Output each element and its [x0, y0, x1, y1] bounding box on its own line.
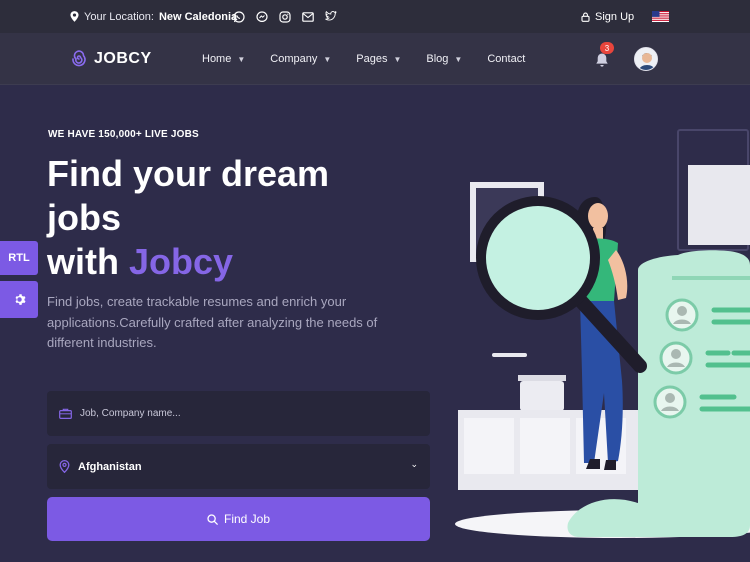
chevron-down-icon: ⌄	[410, 459, 418, 469]
job-search-field	[47, 391, 430, 436]
sign-up-label: Sign Up	[595, 10, 635, 23]
social-links	[232, 0, 338, 33]
lock-icon	[581, 12, 590, 22]
chevron-down-icon: ▼	[393, 54, 402, 64]
mail-icon[interactable]	[301, 10, 315, 24]
hero-title-line2: jobs	[47, 197, 122, 238]
nav-item-label: Contact	[487, 53, 526, 65]
location-select-value: Afghanistan	[78, 460, 142, 473]
brand-logo[interactable]: JOBCY	[70, 33, 152, 85]
hero-title-line3: with	[47, 241, 129, 282]
chevron-down-icon: ▼	[323, 54, 332, 64]
gear-icon	[15, 294, 26, 305]
nav-menu: Home ▼ Company ▼ Pages ▼ Blog ▼ Contact	[202, 33, 525, 85]
find-job-button[interactable]: Find Job	[47, 497, 430, 541]
nav-item-label: Pages	[356, 53, 388, 65]
instagram-icon[interactable]	[278, 10, 292, 24]
nav-item-label: Blog	[426, 53, 449, 65]
hero-title-line1: Find your dream	[47, 153, 330, 194]
nav-item-label: Company	[270, 53, 318, 65]
rtl-toggle-button[interactable]: RTL	[0, 241, 38, 275]
nav-item-home[interactable]: Home ▼	[202, 53, 245, 65]
map-pin-icon	[59, 460, 70, 473]
spiral-logo-icon	[72, 50, 86, 67]
hero-illustration	[455, 129, 750, 538]
bell-icon[interactable]	[594, 52, 610, 68]
briefcase-icon	[59, 408, 72, 419]
location-label: Your Location:	[84, 10, 154, 23]
live-jobs-eyebrow: WE HAVE 150,000+ LIVE JOBS	[48, 129, 199, 140]
job-search-input[interactable]	[80, 408, 380, 419]
whatsapp-icon[interactable]	[232, 10, 246, 24]
nav-item-label: Home	[202, 53, 232, 65]
location-info: Your Location: New Caledonia	[70, 0, 237, 33]
map-pin-icon	[70, 11, 79, 22]
user-avatar[interactable]	[634, 47, 658, 71]
hero-title-highlight: Jobcy	[128, 241, 234, 282]
search-icon	[207, 513, 218, 525]
hero-title: Find your dream jobs with Jobcy	[47, 152, 377, 284]
hero-description: Find jobs, create trackable resumes and …	[47, 294, 378, 350]
chevron-down-icon: ▼	[454, 54, 463, 64]
top-bar: Your Location: New Caledonia Sign Up	[0, 0, 750, 33]
settings-button[interactable]	[0, 281, 38, 318]
location-value: New Caledonia	[158, 10, 238, 23]
sign-up-link[interactable]: Sign Up	[581, 0, 634, 33]
messenger-icon[interactable]	[255, 10, 269, 24]
nav-item-blog[interactable]: Blog ▼	[426, 53, 462, 65]
find-job-label: Find Job	[223, 512, 271, 526]
nav-item-company[interactable]: Company ▼	[270, 53, 331, 65]
location-select[interactable]: Afghanistan ⌄	[47, 444, 430, 489]
notification-count-badge: 3	[600, 42, 614, 54]
nav-item-contact[interactable]: Contact	[487, 53, 525, 65]
brand-name: JOBCY	[94, 50, 152, 67]
twitter-icon[interactable]	[324, 10, 338, 24]
nav-item-pages[interactable]: Pages ▼	[356, 53, 401, 65]
chevron-down-icon: ▼	[237, 54, 246, 64]
us-flag-icon[interactable]	[652, 11, 669, 22]
